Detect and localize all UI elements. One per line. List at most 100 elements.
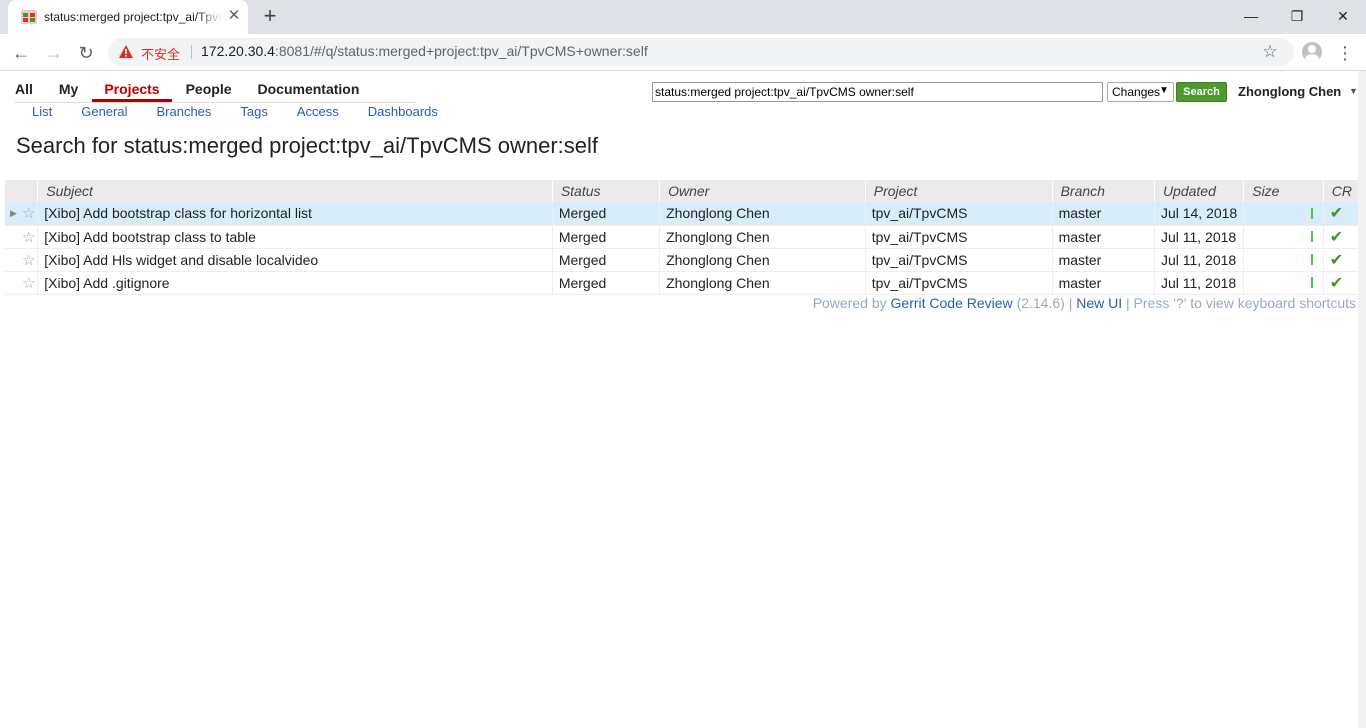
reload-icon[interactable]: ↻: [75, 42, 97, 64]
row-branch[interactable]: master: [1052, 248, 1155, 272]
gerrit-link[interactable]: Gerrit Code Review: [891, 295, 1013, 311]
row-owner[interactable]: Zhonglong Chen: [659, 271, 866, 295]
search-button[interactable]: Search: [1176, 82, 1227, 102]
window-close-icon[interactable]: ✕: [1330, 6, 1356, 26]
star-icon[interactable]: ☆: [22, 204, 35, 222]
insecure-label[interactable]: 不安全: [141, 44, 180, 63]
row-status: Merged: [552, 202, 661, 226]
row-updated: Jul 14, 2018: [1154, 202, 1245, 226]
row-icons: ▶ ☆: [5, 202, 39, 226]
header-subject: Subject: [37, 180, 553, 202]
row-project[interactable]: tpv_ai/TpvCMS: [865, 248, 1053, 272]
row-updated: Jul 11, 2018: [1154, 248, 1245, 272]
row-subject[interactable]: [Xibo] Add bootstrap class to table: [37, 225, 553, 249]
star-icon[interactable]: ☆: [22, 251, 35, 269]
top-menu: All My Projects People Documentation: [15, 79, 385, 102]
submenu-list[interactable]: List: [32, 104, 52, 119]
submenu-branches[interactable]: Branches: [156, 104, 211, 119]
row-pointer-icon: ▶: [10, 208, 17, 218]
browser-tab[interactable]: status:merged project:tpv_ai/TpvCMS owne…: [8, 0, 248, 34]
menu-my[interactable]: My: [59, 79, 78, 102]
row-owner[interactable]: Zhonglong Chen: [659, 248, 866, 272]
gerrit-page: All My Projects People Documentation Lis…: [0, 71, 1366, 728]
star-icon[interactable]: ☆: [22, 228, 35, 246]
row-size: [1243, 248, 1324, 272]
checkmark-icon: ✔: [1329, 274, 1344, 292]
row-subject[interactable]: [Xibo] Add Hls widget and disable localv…: [37, 248, 553, 272]
row-owner[interactable]: Zhonglong Chen: [659, 202, 866, 226]
url-text[interactable]: 172.20.30.4:8081/#/q/status:merged+proje…: [201, 43, 648, 59]
row-cr: ✔: [1323, 271, 1362, 295]
submenu-access[interactable]: Access: [297, 104, 339, 119]
submenu-general[interactable]: General: [81, 104, 127, 119]
minimize-icon[interactable]: —: [1238, 6, 1264, 26]
address-bar[interactable]: 不安全 172.20.30.4:8081/#/q/status:merged+p…: [108, 38, 1294, 66]
menu-projects[interactable]: Projects: [92, 79, 172, 102]
row-updated: Jul 11, 2018: [1154, 225, 1245, 249]
footer: Powered by Gerrit Code Review (2.14.6) |…: [813, 295, 1356, 311]
back-icon[interactable]: ←: [10, 42, 32, 64]
row-updated: Jul 11, 2018: [1154, 271, 1245, 295]
row-project[interactable]: tpv_ai/TpvCMS: [865, 202, 1053, 226]
footer-shortcuts-hint: | Press '?' to view keyboard shortcuts: [1126, 295, 1356, 311]
header-project: Project: [865, 180, 1053, 202]
header-owner: Owner: [659, 180, 866, 202]
row-branch[interactable]: master: [1052, 225, 1155, 249]
footer-version: (2.14.6) |: [1016, 295, 1073, 311]
table-row[interactable]: ☆ [Xibo] Add .gitignore Merged Zhonglong…: [5, 271, 1362, 295]
table-row[interactable]: ☆ [Xibo] Add Hls widget and disable loca…: [5, 248, 1362, 272]
menu-all[interactable]: All: [15, 79, 33, 102]
omnibox-divider: [191, 45, 192, 59]
tab-close-icon[interactable]: ✕: [226, 8, 242, 24]
changes-table: Subject Status Owner Project Branch Upda…: [5, 180, 1362, 295]
menu-documentation[interactable]: Documentation: [258, 79, 360, 102]
row-branch[interactable]: master: [1052, 271, 1155, 295]
forward-icon[interactable]: →: [43, 42, 65, 64]
header-cr: CR: [1323, 180, 1362, 202]
size-bar-icon: [1310, 231, 1313, 242]
star-icon[interactable]: ☆: [22, 274, 35, 292]
browser-menu-icon[interactable]: ⋮: [1336, 42, 1354, 64]
search-input[interactable]: status:merged project:tpv_ai/TpvCMS owne…: [652, 82, 1103, 102]
restore-icon[interactable]: ❐: [1284, 6, 1310, 26]
row-size: [1243, 202, 1324, 226]
row-cr: ✔: [1323, 225, 1362, 249]
size-bar-icon: [1310, 254, 1313, 265]
row-cr: ✔: [1323, 202, 1362, 226]
menu-people[interactable]: People: [186, 79, 232, 102]
row-status: Merged: [552, 271, 661, 295]
search-scope-select[interactable]: Changes ▼: [1107, 82, 1174, 102]
new-ui-link[interactable]: New UI: [1076, 295, 1122, 311]
user-menu[interactable]: Zhonglong Chen: [1238, 84, 1341, 99]
submenu-dashboards[interactable]: Dashboards: [368, 104, 438, 119]
row-icons: ☆: [5, 271, 39, 295]
profile-avatar-icon[interactable]: [1302, 42, 1322, 62]
row-project[interactable]: tpv_ai/TpvCMS: [865, 225, 1053, 249]
row-project[interactable]: tpv_ai/TpvCMS: [865, 271, 1053, 295]
row-owner[interactable]: Zhonglong Chen: [659, 225, 866, 249]
warning-icon: [119, 45, 133, 58]
new-tab-icon[interactable]: +: [260, 5, 280, 27]
table-row[interactable]: ☆ [Xibo] Add bootstrap class to table Me…: [5, 225, 1362, 249]
header-updated: Updated: [1154, 180, 1245, 202]
sub-menu: List General Branches Tags Access Dashbo…: [15, 102, 438, 119]
bookmark-star-icon[interactable]: ☆: [1260, 42, 1280, 62]
row-branch[interactable]: master: [1052, 202, 1155, 226]
header-branch: Branch: [1052, 180, 1155, 202]
row-subject[interactable]: [Xibo] Add .gitignore: [37, 271, 553, 295]
page-scrollbar[interactable]: [1358, 71, 1366, 728]
submenu-tags[interactable]: Tags: [240, 104, 267, 119]
row-icons: ☆: [5, 248, 39, 272]
row-size: [1243, 225, 1324, 249]
browser-toolbar: ← → ↻ 不安全 172.20.30.4:8081/#/q/status:me…: [0, 34, 1366, 71]
checkmark-icon: ✔: [1329, 205, 1344, 223]
size-bar-icon: [1310, 277, 1313, 288]
row-subject[interactable]: [Xibo] Add bootstrap class for horizonta…: [37, 202, 553, 226]
table-row[interactable]: ▶ ☆ [Xibo] Add bootstrap class for horizo…: [5, 202, 1362, 226]
header-icons: [5, 180, 39, 202]
row-status: Merged: [552, 248, 661, 272]
user-menu-caret-icon[interactable]: ▼: [1349, 86, 1358, 96]
tab-title: status:merged project:tpv_ai/TpvCMS owne…: [44, 10, 222, 24]
tab-strip: status:merged project:tpv_ai/TpvCMS owne…: [0, 0, 1366, 34]
header-status: Status: [552, 180, 661, 202]
